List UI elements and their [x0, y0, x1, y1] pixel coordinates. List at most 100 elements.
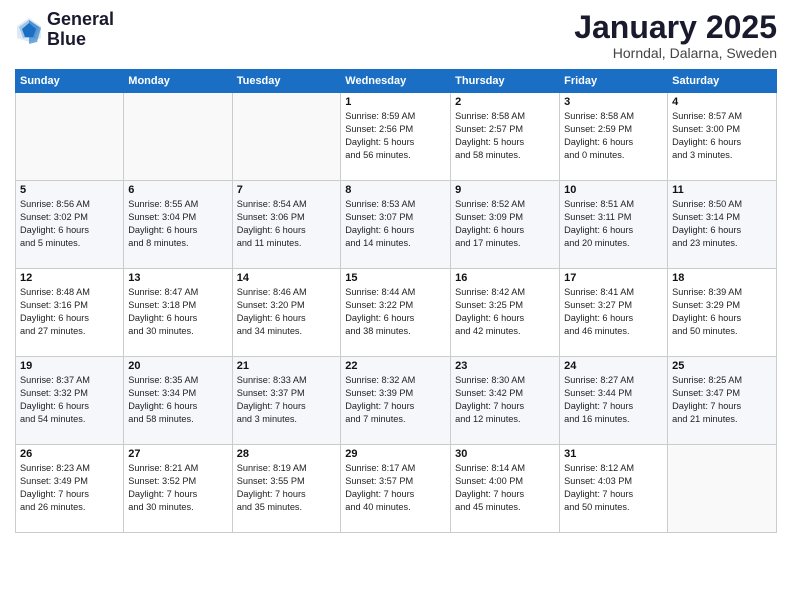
day-info: Sunrise: 8:39 AM Sunset: 3:29 PM Dayligh… [672, 286, 772, 338]
weekday-header-tuesday: Tuesday [232, 70, 341, 93]
calendar-cell: 11 Sunrise: 8:50 AM Sunset: 3:14 PM Dayli… [668, 181, 777, 269]
header: General Blue January 2025 Horndal, Dalar… [15, 10, 777, 61]
calendar-cell: 6 Sunrise: 8:55 AM Sunset: 3:04 PM Daylig… [124, 181, 232, 269]
weekday-header-monday: Monday [124, 70, 232, 93]
page: General Blue January 2025 Horndal, Dalar… [0, 0, 792, 612]
weekday-header-sunday: Sunday [16, 70, 124, 93]
calendar-cell: 16Sunrise: 8:42 AM Sunset: 3:25 PM Dayli… [451, 269, 560, 357]
day-info: Sunrise: 8:51 AM Sunset: 3:11 PM Dayligh… [564, 198, 663, 250]
day-number: 10 [564, 184, 663, 196]
day-number: 27 [128, 448, 227, 460]
week-row-5: 26 Sunrise: 8:23 AM Sunset: 3:49 PM Dayli… [16, 445, 777, 533]
calendar-cell [16, 93, 124, 181]
day-number: 13 [128, 272, 227, 284]
month-title: January 2025 [574, 10, 777, 45]
day-number: 23 [455, 360, 555, 372]
day-info: Sunrise: 8:27 AM Sunset: 3:44 PM Dayligh… [564, 374, 663, 426]
day-number: 21 [237, 360, 337, 372]
day-number: 5 [20, 184, 119, 196]
calendar-cell: 4 Sunrise: 8:57 AM Sunset: 3:00 PM Daylig… [668, 93, 777, 181]
day-info: Sunrise: 8:50 AM Sunset: 3:14 PM Dayligh… [672, 198, 772, 250]
weekday-header-wednesday: Wednesday [341, 70, 451, 93]
day-info: Sunrise: 8:54 AM Sunset: 3:06 PM Dayligh… [237, 198, 337, 250]
calendar-cell: 31 Sunrise: 8:12 AM Sunset: 4:03 PM Dayli… [560, 445, 668, 533]
day-info: Sunrise: 8:46 AM Sunset: 3:20 PM Dayligh… [237, 286, 337, 338]
weekday-header-saturday: Saturday [668, 70, 777, 93]
week-row-1: 1 Sunrise: 8:59 AM Sunset: 2:56 PM Daylig… [16, 93, 777, 181]
calendar-cell: 26 Sunrise: 8:23 AM Sunset: 3:49 PM Dayli… [16, 445, 124, 533]
day-number: 8 [345, 184, 446, 196]
day-info: Sunrise: 8:44 AM Sunset: 3:22 PM Dayligh… [345, 286, 446, 338]
day-info: Sunrise: 8:23 AM Sunset: 3:49 PM Dayligh… [20, 462, 119, 514]
calendar-cell: 25 Sunrise: 8:25 AM Sunset: 3:47 PM Dayli… [668, 357, 777, 445]
day-number: 4 [672, 96, 772, 108]
day-info: Sunrise: 8:30 AM Sunset: 3:42 PM Dayligh… [455, 374, 555, 426]
logo: General Blue [15, 10, 114, 50]
calendar-cell: 28Sunrise: 8:19 AM Sunset: 3:55 PM Dayli… [232, 445, 341, 533]
day-number: 17 [564, 272, 663, 284]
calendar-cell: 14 Sunrise: 8:46 AM Sunset: 3:20 PM Dayli… [232, 269, 341, 357]
logo-icon [15, 16, 43, 44]
day-info: Sunrise: 8:59 AM Sunset: 2:56 PM Dayligh… [345, 110, 446, 162]
day-number: 1 [345, 96, 446, 108]
location-subtitle: Horndal, Dalarna, Sweden [574, 45, 777, 61]
week-row-4: 19 Sunrise: 8:37 AM Sunset: 3:32 PM Dayli… [16, 357, 777, 445]
weekday-header-friday: Friday [560, 70, 668, 93]
calendar-cell: 22Sunrise: 8:32 AM Sunset: 3:39 PM Dayli… [341, 357, 451, 445]
day-info: Sunrise: 8:48 AM Sunset: 3:16 PM Dayligh… [20, 286, 119, 338]
week-row-2: 5 Sunrise: 8:56 AM Sunset: 3:02 PM Daylig… [16, 181, 777, 269]
day-number: 24 [564, 360, 663, 372]
day-number: 26 [20, 448, 119, 460]
day-info: Sunrise: 8:58 AM Sunset: 2:57 PM Dayligh… [455, 110, 555, 162]
day-info: Sunrise: 8:12 AM Sunset: 4:03 PM Dayligh… [564, 462, 663, 514]
calendar-cell [232, 93, 341, 181]
calendar-cell: 10 Sunrise: 8:51 AM Sunset: 3:11 PM Dayli… [560, 181, 668, 269]
day-number: 19 [20, 360, 119, 372]
day-number: 14 [237, 272, 337, 284]
calendar-cell: 19 Sunrise: 8:37 AM Sunset: 3:32 PM Dayli… [16, 357, 124, 445]
day-info: Sunrise: 8:19 AM Sunset: 3:55 PM Dayligh… [237, 462, 337, 514]
day-info: Sunrise: 8:47 AM Sunset: 3:18 PM Dayligh… [128, 286, 227, 338]
calendar-cell: 21 Sunrise: 8:33 AM Sunset: 3:37 PM Dayli… [232, 357, 341, 445]
calendar-cell: 13 Sunrise: 8:47 AM Sunset: 3:18 PM Dayli… [124, 269, 232, 357]
day-number: 6 [128, 184, 227, 196]
day-info: Sunrise: 8:52 AM Sunset: 3:09 PM Dayligh… [455, 198, 555, 250]
day-info: Sunrise: 8:35 AM Sunset: 3:34 PM Dayligh… [128, 374, 227, 426]
day-number: 16 [455, 272, 555, 284]
day-info: Sunrise: 8:57 AM Sunset: 3:00 PM Dayligh… [672, 110, 772, 162]
day-number: 31 [564, 448, 663, 460]
calendar-cell: 8 Sunrise: 8:53 AM Sunset: 3:07 PM Daylig… [341, 181, 451, 269]
day-number: 15 [345, 272, 446, 284]
calendar-cell: 29Sunrise: 8:17 AM Sunset: 3:57 PM Dayli… [341, 445, 451, 533]
calendar-cell [668, 445, 777, 533]
day-number: 20 [128, 360, 227, 372]
day-number: 7 [237, 184, 337, 196]
calendar-cell: 12 Sunrise: 8:48 AM Sunset: 3:16 PM Dayli… [16, 269, 124, 357]
logo-text: General Blue [47, 10, 114, 50]
calendar-cell: 7 Sunrise: 8:54 AM Sunset: 3:06 PM Daylig… [232, 181, 341, 269]
day-info: Sunrise: 8:32 AM Sunset: 3:39 PM Dayligh… [345, 374, 446, 426]
calendar-cell: 27Sunrise: 8:21 AM Sunset: 3:52 PM Dayli… [124, 445, 232, 533]
weekday-header-row: SundayMondayTuesdayWednesdayThursdayFrid… [16, 70, 777, 93]
day-number: 12 [20, 272, 119, 284]
day-number: 9 [455, 184, 555, 196]
day-info: Sunrise: 8:14 AM Sunset: 4:00 PM Dayligh… [455, 462, 555, 514]
day-info: Sunrise: 8:25 AM Sunset: 3:47 PM Dayligh… [672, 374, 772, 426]
calendar-cell: 18 Sunrise: 8:39 AM Sunset: 3:29 PM Dayli… [668, 269, 777, 357]
day-info: Sunrise: 8:58 AM Sunset: 2:59 PM Dayligh… [564, 110, 663, 162]
day-info: Sunrise: 8:33 AM Sunset: 3:37 PM Dayligh… [237, 374, 337, 426]
day-info: Sunrise: 8:55 AM Sunset: 3:04 PM Dayligh… [128, 198, 227, 250]
day-number: 11 [672, 184, 772, 196]
day-info: Sunrise: 8:41 AM Sunset: 3:27 PM Dayligh… [564, 286, 663, 338]
title-block: January 2025 Horndal, Dalarna, Sweden [574, 10, 777, 61]
calendar-cell: 15 Sunrise: 8:44 AM Sunset: 3:22 PM Dayli… [341, 269, 451, 357]
day-number: 25 [672, 360, 772, 372]
weekday-header-thursday: Thursday [451, 70, 560, 93]
day-info: Sunrise: 8:37 AM Sunset: 3:32 PM Dayligh… [20, 374, 119, 426]
day-number: 18 [672, 272, 772, 284]
calendar-cell: 9 Sunrise: 8:52 AM Sunset: 3:09 PM Daylig… [451, 181, 560, 269]
day-info: Sunrise: 8:53 AM Sunset: 3:07 PM Dayligh… [345, 198, 446, 250]
day-number: 29 [345, 448, 446, 460]
day-info: Sunrise: 8:56 AM Sunset: 3:02 PM Dayligh… [20, 198, 119, 250]
calendar-cell: 5 Sunrise: 8:56 AM Sunset: 3:02 PM Daylig… [16, 181, 124, 269]
